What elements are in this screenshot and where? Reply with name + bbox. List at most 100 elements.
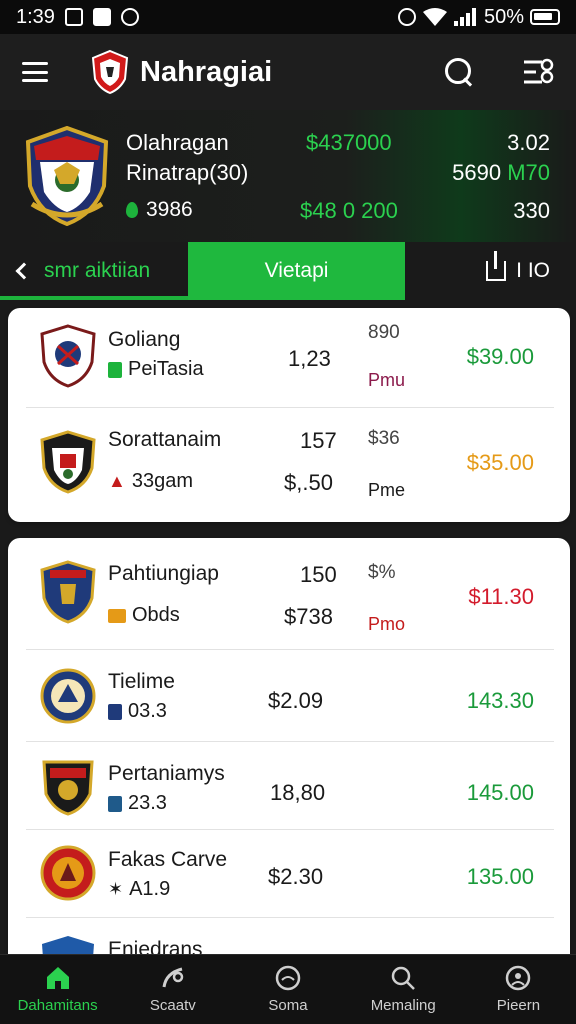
nav-home[interactable]: Dahamitans	[0, 955, 115, 1024]
bottom-nav: Dahamitans Scaatv Soma Memaling Pieern	[0, 954, 576, 1024]
team-sub-text: 23.3	[128, 792, 167, 814]
team-stat: 3986	[126, 198, 193, 222]
tab-share-label: I IO	[516, 259, 550, 282]
nav-search[interactable]: Memaling	[346, 955, 461, 1024]
team-crest-icon	[40, 668, 96, 724]
team-crest-icon	[40, 560, 96, 624]
tab-back-label: smr aiktiian	[44, 259, 151, 282]
price-value: $39.00	[466, 344, 534, 369]
list-item[interactable]: Sorattanaim ▲ 33gam 157 $,.50 $36 Pme $3…	[8, 408, 570, 518]
list-item[interactable]: Goliang PeiTasia 1,23 890 Pmu $39.00	[8, 308, 570, 408]
team-crest-large	[25, 126, 109, 226]
team-name: Tielime	[108, 670, 175, 693]
team-sub: PeiTasia	[108, 358, 204, 381]
market-label: Pmu	[368, 370, 406, 390]
summary-right-mid-b: M70	[507, 160, 550, 185]
list-item[interactable]: Pahtiungiap Obds 150 $738 $% Pmo $11.30	[8, 538, 570, 650]
circle-icon	[275, 965, 301, 991]
search-icon[interactable]	[444, 57, 474, 87]
odds-value: 1,23	[288, 346, 331, 371]
nav-sports[interactable]: Scaatv	[115, 955, 230, 1024]
list-item[interactable]: Pertaniamys 23.3 18,80 145.00	[8, 742, 570, 830]
nav-soma-label: Soma	[268, 997, 308, 1014]
app-logo	[91, 49, 129, 95]
odds-value: 18,80	[270, 780, 326, 805]
nav-profile-label: Pieern	[496, 997, 541, 1014]
nav-sports-label: Scaatv	[149, 997, 196, 1014]
team-name-line2: Rinatrap(30)	[126, 160, 249, 185]
team-sub: ✶ A1.9	[108, 878, 170, 901]
league-badge-icon	[108, 795, 122, 812]
percent-value: $%	[368, 562, 396, 583]
price-value: $11.30	[468, 584, 534, 609]
nav-profile[interactable]: Pieern	[461, 955, 576, 1024]
battery-percent: 50%	[483, 5, 524, 28]
team-sub: Obds	[108, 604, 180, 627]
team-sub-text: A1.9	[129, 878, 171, 900]
message-notification-icon	[92, 8, 111, 26]
ticket-icon	[108, 608, 126, 623]
tab-back[interactable]: smr aiktiian	[15, 242, 151, 300]
team-stat-value: 3986	[146, 198, 193, 221]
league-badge-icon	[108, 703, 122, 720]
nav-home-label: Dahamitans	[17, 997, 98, 1014]
price-value: $35.00	[466, 450, 534, 475]
tab-share[interactable]: I IO	[486, 242, 550, 300]
summary-value-top: $437000	[306, 130, 392, 155]
tab-active[interactable]: Vietapi	[188, 242, 405, 300]
price-value: 145.00	[466, 780, 534, 805]
profile-icon	[506, 965, 531, 991]
market-label: Pme	[368, 480, 406, 500]
percent-value: 890	[368, 322, 400, 343]
team-sub-text: Obds	[132, 604, 180, 626]
market-label: Pmo	[368, 614, 406, 634]
leaf-icon	[126, 202, 138, 218]
nav-search-label: Memaling	[370, 997, 436, 1014]
team-crest-icon	[42, 760, 94, 816]
battery-icon	[530, 9, 560, 25]
team-summary: Olahragan Rinatrap(30) 3986 $437000 $48 …	[0, 110, 576, 242]
signal-icon	[453, 8, 478, 26]
star-icon: ✶	[108, 879, 124, 899]
odds-value: $2.09	[268, 688, 324, 713]
odds-value: $,.50	[284, 470, 333, 495]
photo-notification-icon	[64, 8, 83, 26]
alarm-icon	[397, 8, 416, 26]
odds-value-top: 157	[300, 428, 337, 453]
wifi-icon	[422, 8, 447, 26]
team-crest-icon	[40, 430, 96, 494]
chevron-left-icon	[15, 262, 33, 280]
nav-soma[interactable]: Soma	[230, 955, 345, 1024]
summary-right-top: 3.02	[507, 130, 550, 155]
team-name: Sorattanaim	[108, 428, 222, 451]
team-crest-icon	[40, 324, 96, 388]
team-name: Fakas Carve	[108, 848, 228, 871]
percent-value: $36	[368, 428, 400, 449]
team-name: Pertaniamys	[108, 762, 225, 785]
team-name-line1: Olahragan	[126, 130, 229, 155]
team-name: Pahtiungiap	[108, 562, 219, 585]
filter-icon[interactable]	[522, 57, 554, 87]
tab-indicator	[0, 296, 188, 300]
mushroom-icon: ▲	[108, 471, 126, 491]
team-sub-text: 33gam	[131, 470, 193, 492]
league-badge-icon	[108, 361, 122, 378]
sports-icon	[162, 967, 184, 988]
price-value: 143.30	[466, 688, 534, 713]
alert-notification-icon	[120, 8, 139, 26]
menu-icon[interactable]	[22, 62, 48, 82]
search-icon	[391, 966, 416, 990]
summary-right-mid: 5690 M70	[452, 160, 550, 186]
odds-value-top: 150	[300, 562, 337, 587]
status-bar: 1:39 50%	[0, 0, 576, 34]
team-name: Goliang	[108, 328, 181, 351]
team-sub-text: PeiTasia	[128, 358, 204, 380]
tab-active-label: Vietapi	[264, 259, 329, 282]
odds-value: $738	[284, 604, 333, 629]
summary-right-bottom: 330	[513, 198, 550, 223]
list-item[interactable]: Fakas Carve ✶ A1.9 $2.30 135.00	[8, 830, 570, 918]
list-item[interactable]: Tielime 03.3 $2.09 143.30	[8, 650, 570, 742]
app-bar: Nahragiai	[0, 34, 576, 110]
summary-value-bottom: $48 0 200	[300, 198, 398, 223]
team-sub: 23.3	[108, 792, 167, 815]
